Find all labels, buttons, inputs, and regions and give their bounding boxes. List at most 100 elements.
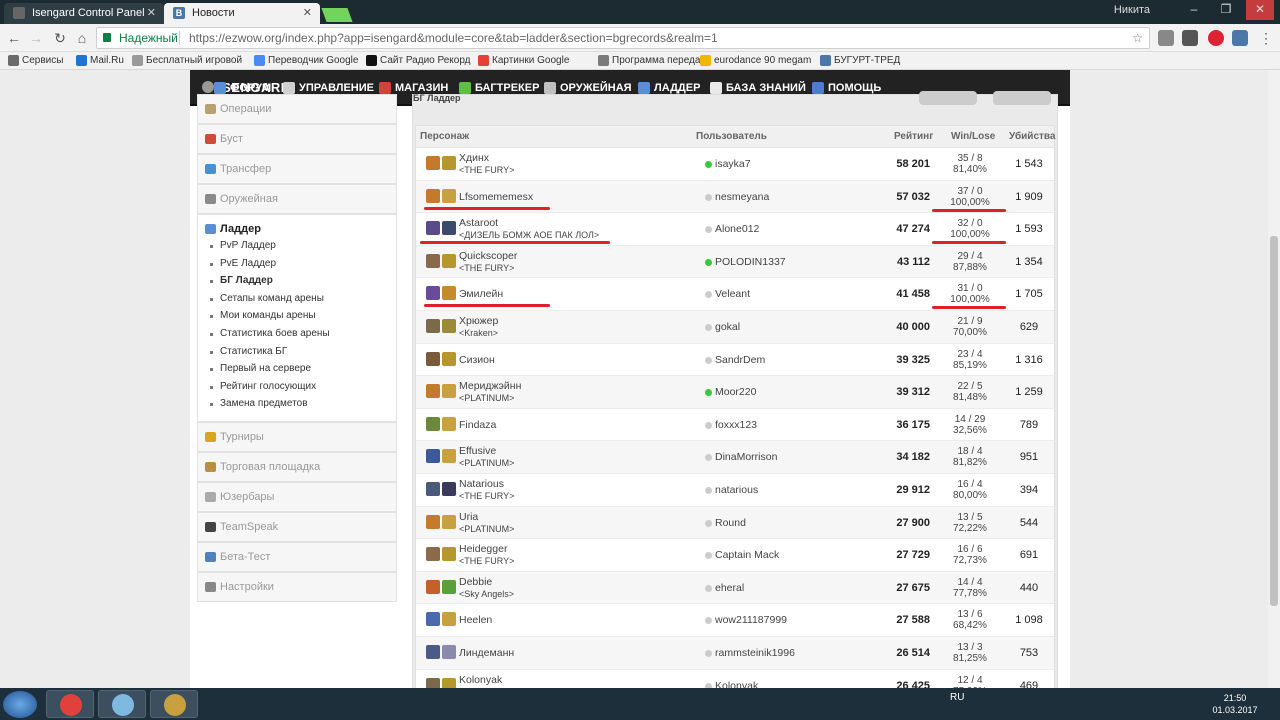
bookmark-item[interactable]: Программа передач — [598, 52, 705, 69]
sidebar-subitem[interactable]: PvE Ладдер — [198, 255, 396, 273]
sidebar-item-bottom_items-1[interactable]: Торговая площадка — [197, 451, 397, 482]
username[interactable]: DinaMorrison — [715, 451, 777, 463]
table-row[interactable]: Мериджэйнн <PLATINUM> Moor220 39 312 22 / 58… — [416, 376, 1054, 409]
username[interactable]: isayka7 — [715, 158, 751, 170]
character-name[interactable]: Heelen — [459, 615, 492, 626]
table-row[interactable]: Эмилейн Veleant 41 458 31 / 0 100,00% 1 705 — [416, 278, 1054, 311]
character-name[interactable]: Хрюжер — [459, 315, 498, 327]
sidebar-subitem[interactable]: Рейтинг голосующих — [198, 378, 396, 396]
table-row[interactable]: Heidegger <THE FURY> Captain Mack 27 729 16 … — [416, 539, 1054, 572]
taskbar-app-wow[interactable] — [150, 690, 198, 718]
bookmark-item[interactable]: БУГУРТ-ТРЕД — [820, 52, 900, 69]
back-arrow-icon[interactable]: ← — [6, 30, 22, 46]
clock[interactable]: 21:50 01.03.2017 — [1210, 692, 1260, 716]
sidebar-subitem[interactable]: БГ Ладдер — [198, 272, 396, 290]
character-name[interactable]: Lfsomememesx — [459, 191, 533, 203]
panel-button[interactable] — [993, 91, 1051, 105]
table-row[interactable]: Natarious <THE FURY> natarious 29 912 16 / 4… — [416, 474, 1054, 507]
address-bar[interactable]: Надежный https://ezwow.org/index.php?app… — [96, 27, 1150, 49]
character-name[interactable]: Natarious — [459, 478, 504, 490]
close-tab-icon[interactable]: ✕ — [147, 3, 156, 23]
character-name[interactable]: Эмилейн — [459, 289, 503, 300]
username[interactable]: rammsteinik1996 — [715, 647, 795, 659]
character-name[interactable]: Сизион — [459, 354, 495, 366]
sidebar-subitem[interactable]: Статистика боев арены — [198, 325, 396, 343]
extension-icon[interactable] — [1182, 30, 1198, 46]
table-row[interactable]: Debbie <Sky Angels> eheral 27 675 14 / 4 77,7… — [416, 571, 1054, 605]
table-row[interactable]: Хрюжер <Kraken> gokal 40 000 21 / 9 70,00% 629 — [416, 310, 1054, 344]
table-row[interactable]: Хдинх <THE FURY> isayka7 58 201 35 / 8 81,40%… — [416, 148, 1054, 181]
sidebar-item-top_items-1[interactable]: Буст — [197, 124, 397, 154]
character-name[interactable]: Uria — [459, 511, 478, 523]
sidebar-item-top_items-0[interactable]: Операции — [197, 94, 397, 124]
username[interactable]: nesmeyana — [715, 191, 769, 203]
character-name[interactable]: Effusive — [459, 446, 496, 457]
character-name[interactable]: Мериджэйнн — [459, 381, 521, 392]
forward-arrow-icon[interactable]: → — [28, 30, 44, 46]
close-tab-icon[interactable]: ✕ — [303, 3, 312, 23]
sidebar-item-bottom_items-5[interactable]: Настройки — [197, 571, 397, 602]
username[interactable]: natarious — [715, 484, 758, 496]
bookmark-item[interactable]: eurodance 90 megam — [700, 52, 811, 69]
table-row[interactable]: Quickscoper <THE FURY> POLODIN1337 43 112 29… — [416, 245, 1054, 279]
scrollbar-thumb[interactable] — [1270, 236, 1278, 606]
table-row[interactable]: Kolonyak<БЕССЛАВНЫЕ УБЛЮДКИ>Kolonyak26 4… — [416, 670, 1054, 688]
character-name[interactable]: Debbie — [459, 576, 492, 588]
username[interactable]: gokal — [715, 321, 740, 333]
sidebar-subitem[interactable]: Сетапы команд арены — [198, 290, 396, 308]
username[interactable]: Veleant — [715, 288, 750, 300]
nav-item-8[interactable]: ПОМОЩЬ — [812, 82, 881, 94]
table-row[interactable]: Uria <PLATINUM> Round 27 900 13 / 5 72,22% 544 — [416, 506, 1054, 540]
col-rating[interactable]: Рейтинг — [894, 126, 933, 148]
panel-button[interactable] — [919, 91, 977, 105]
bookmark-item[interactable]: Mail.Ru — [76, 52, 124, 69]
nav-item-4[interactable]: БАГТРЕКЕР — [459, 82, 539, 94]
table-row[interactable]: Heelen wow211187999 27 588 13 / 6 68,42% 1 09… — [416, 604, 1054, 637]
page-scrollbar[interactable] — [1268, 70, 1280, 688]
character-name[interactable]: Findaza — [459, 419, 496, 431]
sidebar-subitem[interactable]: Мои команды арены — [198, 307, 396, 325]
table-row[interactable]: Astaroot <ДИЗЕЛЬ БОМЖ АОЕ ПАК ЛОЛ> Alone01… — [416, 213, 1054, 246]
sidebar-subitem[interactable]: Статистика БГ — [198, 343, 396, 361]
bookmark-item[interactable]: Сервисы — [8, 52, 63, 69]
taskbar-app-chrome[interactable] — [46, 690, 94, 718]
table-row[interactable]: Lfsomememesx nesmeyana 57 032 37 / 0 100,00%… — [416, 180, 1054, 214]
url-text[interactable]: https://ezwow.org/index.php?app=isengard… — [189, 28, 718, 48]
sidebar-item-ladder[interactable]: Ладдер — [198, 221, 396, 237]
character-name[interactable]: Линдеманн — [459, 647, 514, 659]
col-character[interactable]: Персонаж — [420, 126, 469, 148]
bookmark-item[interactable]: Бесплатный игровой — [132, 52, 242, 69]
nav-item-2[interactable]: УПРАВЛЕНИЕ — [283, 82, 374, 94]
nav-item-1[interactable]: ФОРУМ — [214, 82, 271, 94]
table-row[interactable]: Findaza foxxx123 36 175 14 / 29 32,56% 789 — [416, 409, 1054, 442]
close-window-button[interactable]: ✕ — [1246, 0, 1274, 20]
bookmark-item[interactable]: Картинки Google — [478, 52, 569, 69]
character-name[interactable]: Astaroot — [459, 218, 498, 229]
tab-news[interactable]: В Новости ✕ — [164, 3, 320, 24]
tab-isengard-control-panel[interactable]: Isengard Control Panel ✕ — [4, 3, 164, 24]
minimize-button[interactable]: – — [1180, 0, 1208, 20]
home-icon[interactable]: ⌂ — [74, 30, 90, 46]
username[interactable]: eheral — [715, 582, 744, 594]
table-row[interactable]: Effusive <PLATINUM> DinaMorrison 34 182 18 /… — [416, 441, 1054, 474]
sidebar-subitem[interactable]: PvP Ладдер — [198, 237, 396, 255]
username[interactable]: POLODIN1337 — [715, 256, 786, 268]
username[interactable]: foxxx123 — [715, 419, 757, 431]
extension-icon[interactable] — [1158, 30, 1174, 46]
sidebar-item-bottom_items-3[interactable]: TeamSpeak — [197, 511, 397, 542]
bookmark-item[interactable]: Сайт Радио Рекорд — [366, 52, 471, 69]
sidebar-item-bottom_items-2[interactable]: Юзербары — [197, 481, 397, 512]
language-indicator[interactable]: RU — [950, 692, 964, 703]
sidebar-subitem[interactable]: Замена предметов — [198, 395, 396, 413]
menu-icon[interactable]: ⋮ — [1258, 30, 1274, 46]
reload-icon[interactable]: ↻ — [52, 30, 68, 46]
sidebar-item-top_items-2[interactable]: Трансфер — [197, 154, 397, 184]
sidebar-item-bottom_items-4[interactable]: Бета-Тест — [197, 541, 397, 572]
username[interactable]: Moor220 — [715, 386, 756, 398]
col-kills[interactable]: Убийства — [1009, 126, 1055, 148]
profile-name[interactable]: Никита — [1114, 4, 1150, 16]
col-user[interactable]: Пользователь — [696, 126, 767, 148]
nav-item-6[interactable]: ЛАДДЕР — [638, 82, 700, 94]
opera-extension-icon[interactable] — [1208, 30, 1224, 46]
sidebar-subitem[interactable]: Первый на сервере — [198, 360, 396, 378]
